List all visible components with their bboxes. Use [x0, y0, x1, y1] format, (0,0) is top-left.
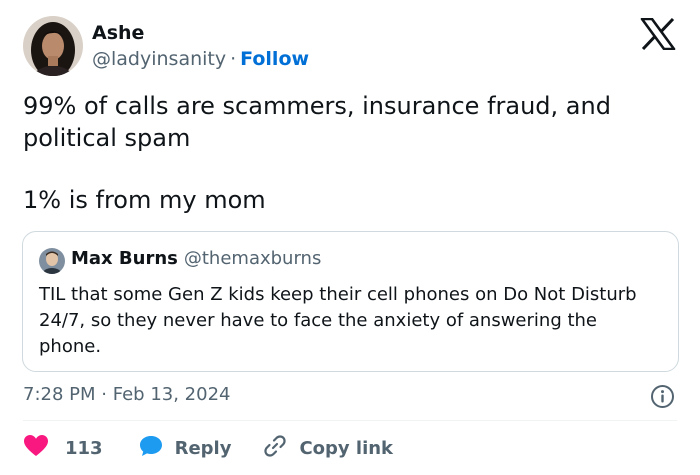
quoted-tweet[interactable]: Max Burns @themaxburns TIL that some Gen … — [22, 231, 679, 372]
reply-button[interactable]: Reply — [139, 434, 232, 463]
heart-icon — [23, 434, 49, 463]
x-logo-icon[interactable] — [640, 17, 676, 51]
tweet-time: 7:28 PM — [23, 384, 96, 405]
copy-link-button[interactable]: Copy link — [263, 434, 393, 463]
author-name[interactable]: Ashe — [92, 22, 144, 44]
divider — [23, 420, 677, 421]
reply-label: Reply — [174, 437, 232, 459]
tweet-paragraph-2: 1% is from my mom — [23, 186, 266, 214]
follow-button[interactable]: Follow — [240, 48, 309, 70]
author-avatar[interactable] — [23, 16, 83, 76]
info-icon[interactable] — [650, 384, 675, 409]
quoted-author-avatar[interactable] — [39, 248, 65, 274]
quoted-text: TIL that some Gen Z kids keep their cell… — [39, 284, 637, 357]
tweet-card: Ashe @ladyinsanity · Follow 99% of calls a… — [0, 0, 700, 475]
speech-bubble-icon — [139, 434, 163, 463]
quoted-author-handle[interactable]: @themaxburns — [184, 248, 321, 269]
author-handle-line: @ladyinsanity · Follow — [92, 48, 309, 70]
timestamp-separator: · — [101, 384, 107, 405]
handle-separator: · — [230, 48, 237, 70]
tweet-paragraph-1: 99% of calls are scammers, insurance fra… — [23, 92, 611, 152]
action-bar: 113 Reply Copy link — [23, 434, 393, 462]
copy-link-label: Copy link — [299, 437, 394, 459]
link-icon — [263, 434, 287, 463]
tweet-timestamp[interactable]: 7:28 PM · Feb 13, 2024 — [23, 384, 230, 405]
quoted-header: Max Burns @themaxburns — [71, 248, 321, 269]
like-button[interactable]: 113 — [23, 434, 103, 463]
tweet-text: 99% of calls are scammers, insurance fra… — [23, 90, 673, 216]
quoted-author-name[interactable]: Max Burns — [71, 248, 178, 269]
author-handle[interactable]: @ladyinsanity — [92, 48, 226, 70]
tweet-date: Feb 13, 2024 — [112, 384, 231, 405]
like-count: 113 — [65, 437, 103, 459]
